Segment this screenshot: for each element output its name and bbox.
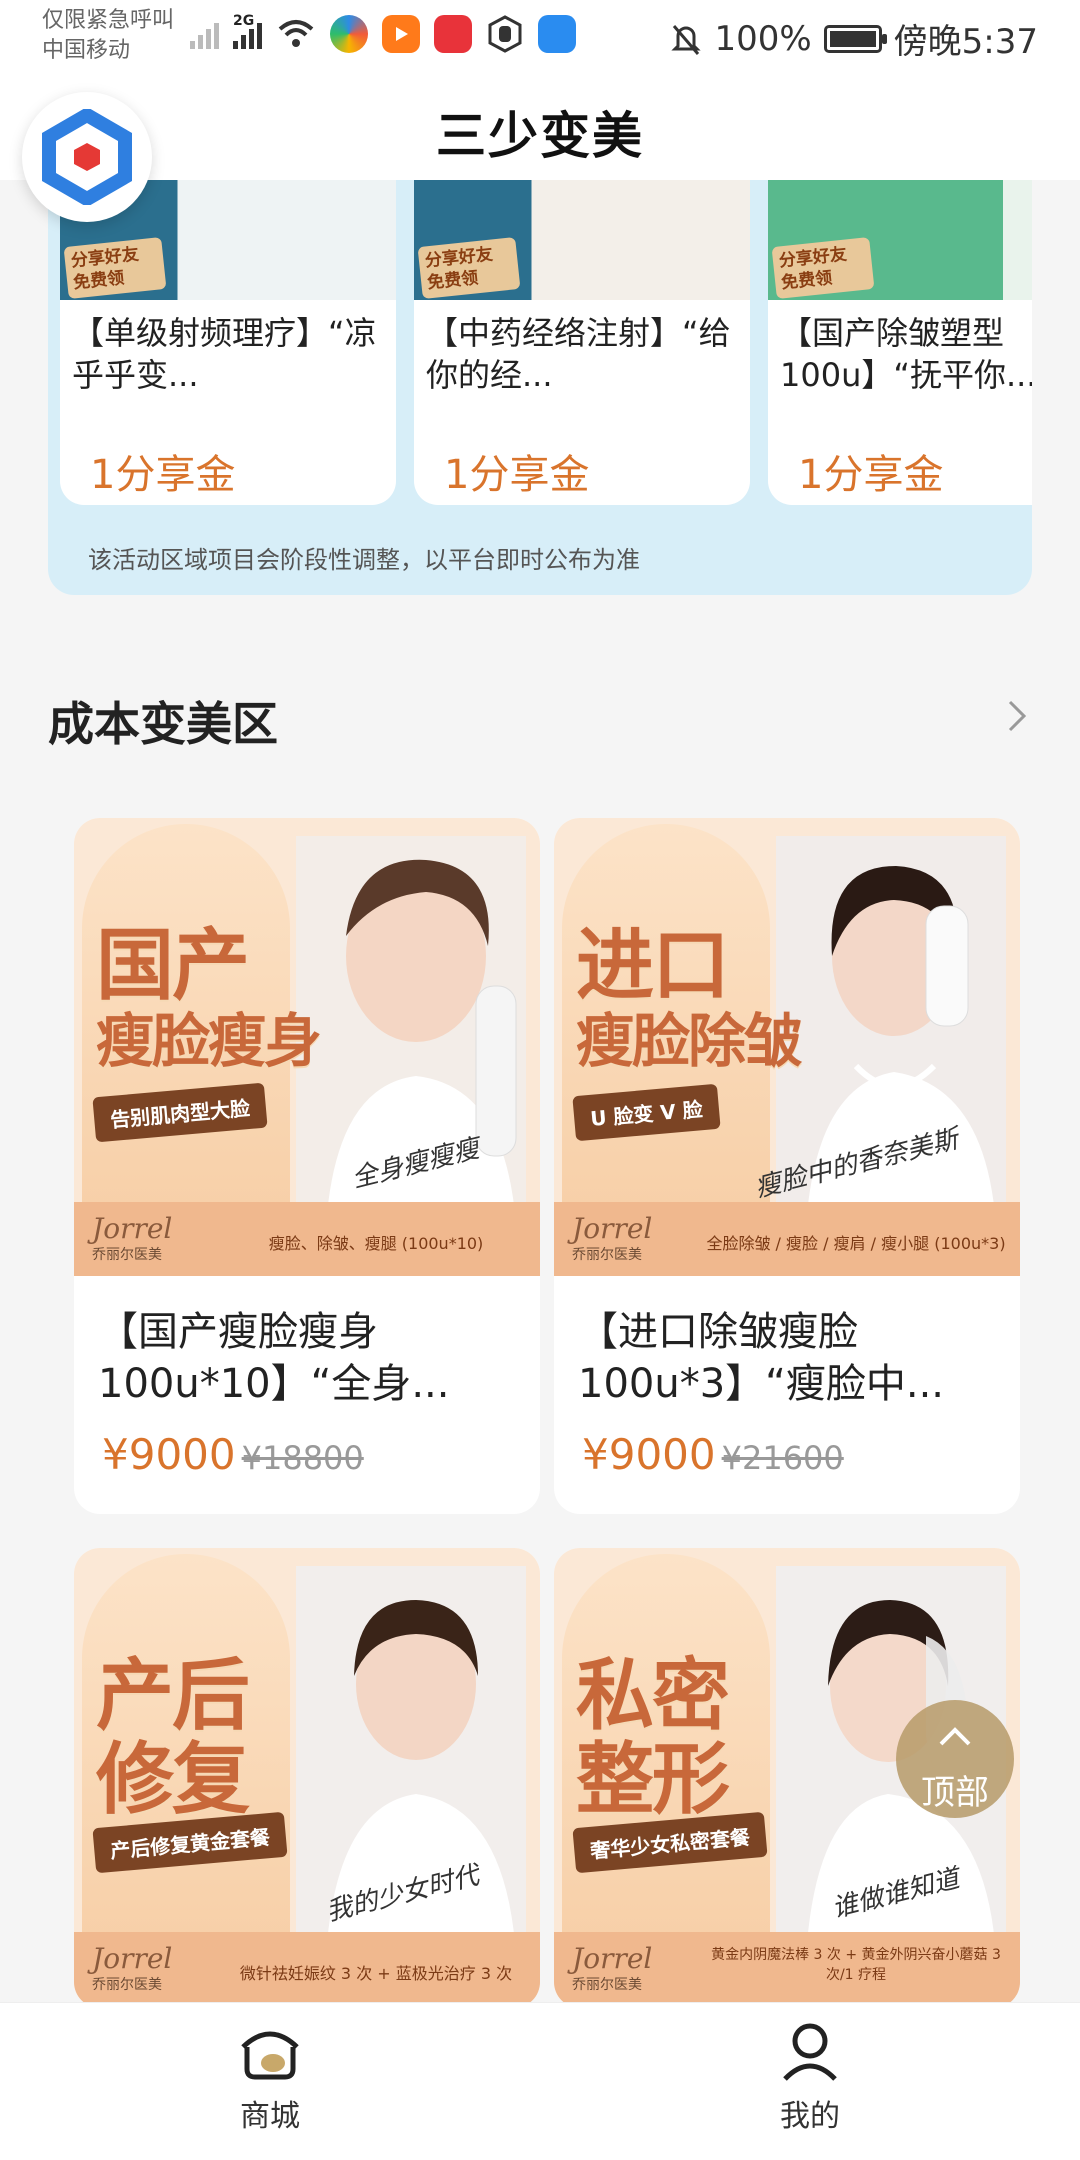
promo-band-text: 全脸除皱 / 瘦脸 / 瘦肩 / 瘦小腿 (100u*3): [706, 1234, 1006, 1253]
video-app-icon: [382, 15, 420, 53]
brand-name: Jorrel: [572, 1942, 653, 1975]
share-badge: 分享好友 免费领: [771, 237, 875, 299]
browser-app-icon: [330, 15, 368, 53]
product-price-row: ¥9000 ¥18800: [74, 1414, 540, 1479]
activity-card[interactable]: 分享好友 免费领 【单级射频理疗】“凉乎乎变... 1分享金: [60, 180, 396, 505]
promo-sub: 整形: [576, 1734, 730, 1825]
brand-logo: Jorrel 乔丽尔医美: [572, 1945, 652, 1998]
wifi-icon: [278, 20, 314, 47]
promo-band-text: 黄金内阴魔法棒 3 次 + 黄金外阴兴奋小蘑菇 3 次/1 疗程: [711, 1947, 1001, 1983]
page-title: 三少变美: [436, 107, 644, 165]
promo-main: 国产: [96, 920, 250, 1011]
activity-card-title: 【中药经络注射】“给你的经...: [426, 314, 731, 394]
bottom-nav: 商城 我的: [0, 2002, 1080, 2160]
product-price: ¥9000: [102, 1430, 236, 1479]
shop-icon: [241, 2031, 299, 2080]
nav-mine[interactable]: 我的: [710, 2017, 910, 2135]
brand-name: Jorrel: [92, 1942, 173, 1975]
share-badge: 分享好友 免费领: [417, 237, 521, 299]
promo-band-text: 微针祛妊娠纹 3 次 + 蓝极光治疗 3 次: [239, 1964, 513, 1983]
activity-note: 该活动区域项目会阶段性调整，以平台即时公布为准: [88, 546, 640, 574]
user-icon: [783, 2023, 837, 2081]
product-price-row: ¥9000 ¥21600: [554, 1414, 1020, 1479]
hand-icon: [488, 15, 522, 53]
status-right: 100% 傍晚5:37: [670, 14, 1038, 63]
activity-card[interactable]: 分享好友 免费领 【中药经络注射】“给你的经... 1分享金: [414, 180, 750, 505]
brand-logo: Jorrel 乔丽尔医美: [92, 1945, 172, 1998]
back-to-top-button[interactable]: 顶部: [896, 1700, 1014, 1818]
activity-card-price: 1分享金: [90, 452, 236, 498]
brand-name: Jorrel: [92, 1212, 173, 1245]
promo-sub: 修复: [96, 1734, 250, 1825]
activity-card-title: 【国产除皱塑型100u】“抚平你...: [780, 314, 1032, 394]
product-card[interactable]: 进口 瘦脸除皱 U 脸变 V 脸 瘦脸中的香奈美斯 Jorrel 乔丽尔医美 全脸…: [554, 818, 1020, 1514]
nav-mine-label: 我的: [780, 2099, 840, 2134]
activity-card-price: 1分享金: [798, 452, 944, 498]
signal-icon: [190, 19, 219, 49]
brand-name: Jorrel: [572, 1212, 653, 1245]
promo-sub: 瘦脸除皱: [576, 1007, 802, 1075]
promo-heading: 产后 修复: [96, 1650, 250, 1825]
nav-shop[interactable]: 商城: [170, 2017, 370, 2135]
chevron-right-icon[interactable]: [996, 696, 1036, 736]
status-bar: 仅限紧急呼叫 中国移动 2G 100% 傍晚5:37: [0, 0, 1080, 72]
network-type: 2G: [233, 13, 255, 29]
brand-name-cn: 乔丽尔医美: [92, 1247, 162, 1263]
carrier-line-2: 中国移动: [42, 38, 131, 63]
brand-logo: Jorrel 乔丽尔医美: [92, 1215, 172, 1268]
mute-icon: [671, 24, 702, 55]
brand-name-cn: 乔丽尔医美: [92, 1977, 162, 1993]
promo-main: 产后: [96, 1650, 250, 1741]
signal-2g-icon: 2G: [233, 13, 262, 49]
promo-heading: 国产 瘦脸瘦身: [96, 920, 322, 1075]
huawei-store-icon: [434, 15, 472, 53]
battery-icon: [823, 24, 887, 53]
app-logo-button[interactable]: [22, 92, 152, 222]
chevron-up-icon: [939, 1727, 971, 1746]
battery-percent: 100%: [714, 18, 812, 59]
promo-heading: 进口 瘦脸除皱: [576, 920, 802, 1075]
brand-logo: Jorrel 乔丽尔医美: [572, 1215, 652, 1268]
product-old-price: ¥21600: [721, 1439, 844, 1477]
promo-band-text: 瘦脸、除皱、瘦腿 (100u*10): [268, 1234, 484, 1253]
product-title: 【进口除皱瘦脸100u*3】“瘦脸中...: [578, 1309, 945, 1407]
share-badge: 分享好友 免费领: [63, 237, 167, 299]
status-icons: 2G: [190, 13, 576, 54]
section-title: 成本变美区: [48, 697, 278, 751]
carrier-line-1: 仅限紧急呼叫: [42, 8, 175, 33]
hexagon-logo-icon: [42, 109, 132, 205]
product-image: 国产 瘦脸瘦身 告别肌肉型大脸 全身瘦瘦瘦 Jorrel 乔丽尔医美 瘦脸、除皱、…: [74, 818, 540, 1276]
brand-name-cn: 乔丽尔医美: [572, 1977, 642, 1993]
carrier-info: 仅限紧急呼叫 中国移动: [42, 6, 174, 66]
chat-app-icon: [538, 15, 576, 53]
product-title: 【国产瘦脸瘦身100u*10】“全身...: [98, 1309, 450, 1407]
activity-card[interactable]: 分享好友 免费领 【国产除皱塑型100u】“抚平你... 1分享金: [768, 180, 1032, 505]
back-to-top-label: 顶部: [921, 1773, 989, 1813]
clock: 傍晚5:37: [893, 22, 1038, 62]
promo-main: 进口: [576, 920, 730, 1011]
nav-shop-label: 商城: [240, 2099, 300, 2134]
activity-card-image: 分享好友 免费领: [768, 180, 1032, 300]
app-header: 三少变美: [0, 72, 1080, 222]
product-image: 产后 修复 产后修复黄金套餐 我的少女时代 Jorrel 乔丽尔医美 微针祛妊娠纹…: [74, 1548, 540, 2006]
activity-section: 分享好友 免费领 【单级射频理疗】“凉乎乎变... 1分享金 分享好友 免费领 …: [48, 180, 1032, 595]
activity-card-image: 分享好友 免费领: [414, 180, 750, 300]
promo-sub: 瘦脸瘦身: [96, 1007, 322, 1075]
promo-heading: 私密 整形: [576, 1650, 730, 1825]
product-image: 进口 瘦脸除皱 U 脸变 V 脸 瘦脸中的香奈美斯 Jorrel 乔丽尔医美 全脸…: [554, 818, 1020, 1276]
brand-name-cn: 乔丽尔医美: [572, 1247, 642, 1263]
activity-card-title: 【单级射频理疗】“凉乎乎变...: [72, 314, 377, 394]
product-price: ¥9000: [582, 1430, 716, 1479]
activity-card-price: 1分享金: [444, 452, 590, 498]
product-old-price: ¥18800: [241, 1439, 364, 1477]
promo-main: 私密: [576, 1650, 730, 1741]
product-card[interactable]: 产后 修复 产后修复黄金套餐 我的少女时代 Jorrel 乔丽尔医美 微针祛妊娠纹…: [74, 1548, 540, 2008]
product-card[interactable]: 国产 瘦脸瘦身 告别肌肉型大脸 全身瘦瘦瘦 Jorrel 乔丽尔医美 瘦脸、除皱、…: [74, 818, 540, 1514]
